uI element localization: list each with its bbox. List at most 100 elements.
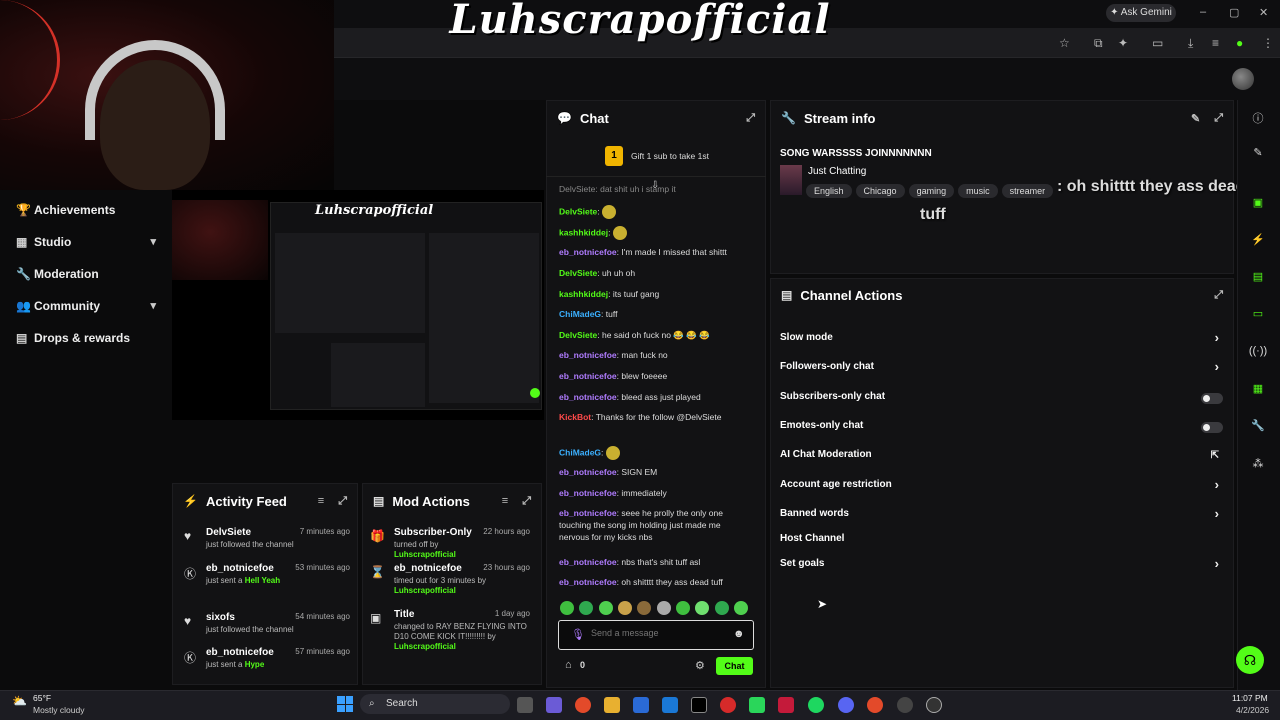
emote[interactable] — [714, 600, 729, 615]
discord-icon[interactable] — [838, 697, 854, 713]
wrench-icon[interactable]: 🔧 — [1248, 419, 1268, 439]
chat-username[interactable]: kashhkiddej — [559, 289, 608, 299]
mic-icon[interactable]: 🎙 — [571, 628, 585, 641]
channel-action-ai-chat-moderation[interactable]: AI Chat Moderation ⇱ — [780, 449, 1225, 469]
emote-bar[interactable] — [560, 600, 754, 616]
send-chat-button[interactable]: Chat — [716, 657, 753, 675]
emote[interactable] — [695, 600, 710, 615]
expand-icon[interactable]: ⤢ — [522, 495, 531, 508]
filter-icon[interactable]: ≡ — [502, 495, 508, 507]
chevron-right-icon[interactable]: › — [1215, 330, 1219, 345]
mod-action-by[interactable]: Luhscrapofficial — [394, 586, 456, 595]
channel-action-emotes-only-chat[interactable]: Emotes-only chat — [780, 420, 1225, 440]
chat-username[interactable]: DelvSiete — [559, 330, 597, 340]
chat-input-box[interactable]: 🎙 ☻ — [558, 620, 754, 650]
chat-username[interactable]: ChiMadeG — [559, 309, 601, 319]
chat-username[interactable]: eb_notnicefoe — [559, 350, 617, 360]
chat-settings-icon[interactable]: ⚙ — [695, 659, 705, 672]
app-icon[interactable] — [778, 697, 794, 713]
file-explorer-icon[interactable] — [604, 697, 620, 713]
obs-icon[interactable] — [897, 697, 913, 713]
bolt-icon[interactable]: ⚡ — [1248, 233, 1268, 253]
copilot-icon[interactable] — [546, 697, 562, 713]
stream-preview[interactable]: Luhscrapofficial — [172, 190, 544, 420]
notes-icon[interactable]: ▤ — [1248, 270, 1268, 290]
channel-action-slow-mode[interactable]: Slow mode › — [780, 330, 1225, 352]
channel-action-subscribers-only-chat[interactable]: Subscribers-only chat — [780, 391, 1225, 411]
feed-username[interactable]: sixofs — [206, 612, 235, 623]
chat-username[interactable]: DelvSiete — [559, 268, 597, 278]
chevron-down-icon[interactable]: ▾ — [150, 299, 156, 312]
stream-tag[interactable]: music — [958, 184, 998, 198]
mod-action-item[interactable]: ⌛ eb_notnicefoe 23 hours ago timed out for … — [366, 563, 536, 605]
toggle-switch[interactable] — [1201, 393, 1223, 404]
capcut-icon[interactable] — [691, 697, 707, 713]
spotify-icon[interactable] — [808, 697, 824, 713]
chrome-active-icon[interactable] — [867, 697, 883, 713]
sidebar-item-studio[interactable]: ▦ Studio ▾ — [16, 235, 166, 255]
weather-desc[interactable]: Mostly cloudy — [33, 705, 85, 715]
channel-action-banned-words[interactable]: Banned words › — [780, 506, 1225, 528]
chat-username[interactable]: ChiMadeG — [559, 447, 601, 457]
mod-action-item[interactable]: ▣ Title 1 day ago changed to RAY BENZ FLYIN… — [366, 609, 536, 651]
clock-date[interactable]: 4/2/2026 — [1236, 705, 1269, 715]
activity-feed-item[interactable]: ♥ sixofs 54 minutes ago just followed the c… — [180, 612, 350, 652]
chat-username[interactable]: eb_notnicefoe — [559, 392, 617, 402]
chevron-right-icon[interactable]: › — [1215, 477, 1219, 492]
chat-username[interactable]: eb_notnicefoe — [559, 557, 617, 567]
emote[interactable] — [676, 600, 691, 615]
feed-username[interactable]: DelvSiete — [206, 527, 251, 538]
emote[interactable] — [656, 600, 671, 615]
taskbar-search[interactable]: ⌕ Search — [360, 694, 510, 714]
app-icon[interactable] — [720, 697, 736, 713]
emote[interactable] — [579, 600, 594, 615]
task-view-icon[interactable] — [517, 697, 533, 713]
filter-icon[interactable]: ≡ — [318, 495, 324, 507]
sidebar-item-achievements[interactable]: 🏆 Achievements — [16, 203, 166, 223]
feed-username[interactable]: eb_notnicefoe — [206, 647, 274, 658]
stream-tag[interactable]: Chicago — [855, 184, 905, 198]
stream-tag[interactable]: English — [806, 184, 852, 198]
weather-temp[interactable]: 65°F — [33, 693, 51, 703]
chat-message-input[interactable] — [591, 628, 721, 638]
chat-username[interactable]: DelvSiete — [559, 206, 597, 216]
chrome-icon[interactable] — [575, 697, 591, 713]
channel-action-set-goals[interactable]: Set goals › — [780, 556, 1225, 578]
mod-icon[interactable]: ▦ — [1248, 382, 1268, 402]
pencil-icon[interactable]: ✎ — [1248, 146, 1268, 166]
chevron-right-icon[interactable]: › — [1215, 506, 1219, 521]
sidebar-item-community[interactable]: 👥 Community ▾ — [16, 299, 166, 319]
chat-username[interactable]: eb_notnicefoe — [559, 488, 617, 498]
stream-tag[interactable]: gaming — [908, 184, 955, 198]
emote[interactable] — [598, 600, 613, 615]
chat-username[interactable]: KickBot — [559, 412, 591, 422]
activity-feed-item[interactable]: Ⓚeb_notnicefoe 57 minutes ago just sent a … — [180, 647, 350, 687]
sidebar-item-drops[interactable]: ▤ Drops & rewards — [16, 331, 166, 351]
user-avatar[interactable] — [1232, 68, 1254, 90]
community-icon[interactable]: ⁂ — [1248, 457, 1268, 477]
media-player-icon[interactable] — [926, 697, 942, 713]
gift-banner[interactable]: Gift 1 sub to take 1st — [631, 151, 709, 161]
clock-time[interactable]: 11:07 PM — [1232, 693, 1268, 703]
info-icon[interactable]: ⓘ — [1248, 110, 1268, 130]
edit-pencil-icon[interactable]: ✎ — [1191, 112, 1200, 125]
expand-icon[interactable]: ⤢ — [1214, 112, 1223, 125]
app-icon[interactable] — [749, 697, 765, 713]
emoji-icon[interactable]: ☻ — [733, 628, 745, 640]
chat-username[interactable]: eb_notnicefoe — [559, 577, 617, 587]
chat-username[interactable]: eb_notnicefoe — [559, 371, 617, 381]
chat-username[interactable]: eb_notnicefoe — [559, 247, 617, 257]
start-button[interactable] — [337, 696, 353, 712]
broadcast-icon[interactable]: ((·)) — [1248, 345, 1268, 365]
clip-icon[interactable]: ▣ — [1248, 196, 1268, 216]
help-support-button[interactable]: ☊ — [1236, 646, 1264, 674]
channel-action-followers-only-chat[interactable]: Followers-only chat › — [780, 359, 1225, 381]
chevron-right-icon[interactable]: › — [1215, 359, 1219, 374]
chat-username[interactable]: kashhkiddej — [559, 227, 608, 237]
emote[interactable] — [637, 600, 652, 615]
expand-icon[interactable]: ⤢ — [338, 495, 347, 508]
chevron-right-icon[interactable]: › — [1215, 556, 1219, 571]
stream-tag[interactable]: streamer — [1001, 184, 1054, 198]
chat-icon[interactable]: ▭ — [1248, 307, 1268, 327]
external-link-icon[interactable]: ⇱ — [1211, 450, 1219, 461]
